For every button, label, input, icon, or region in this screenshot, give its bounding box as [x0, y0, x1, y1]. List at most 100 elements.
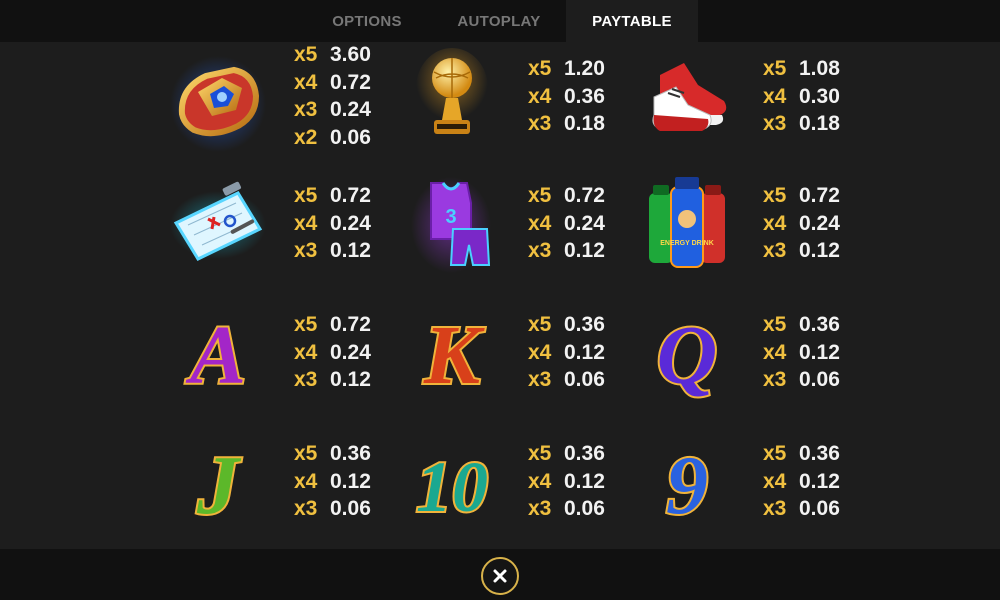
payout-row: x3 0.06	[528, 366, 628, 394]
payout-row: x5 0.36	[528, 311, 628, 339]
payout-value: 0.36	[799, 313, 840, 336]
payout-value: 1.20	[564, 57, 605, 80]
glyph-k: K	[423, 309, 485, 401]
payout-value: 0.36	[564, 313, 605, 336]
payout-count: x5	[763, 313, 787, 336]
close-button[interactable]	[481, 557, 519, 595]
jersey-number: 3	[445, 206, 456, 228]
payout-count: x5	[528, 57, 552, 80]
payout-value: 0.18	[799, 112, 840, 135]
payout-count: x3	[763, 239, 787, 262]
payout-row: x4 0.12	[763, 339, 863, 367]
letter-a-icon: A	[163, 296, 273, 406]
payout-value: 0.12	[330, 368, 371, 391]
payout-value: 0.12	[330, 469, 371, 493]
payout-row: x3 0.12	[528, 237, 628, 265]
tab-paytable[interactable]: PAYTABLE	[566, 0, 698, 42]
payout-row: x4 0.24	[528, 210, 628, 238]
bottle-label: ENERGY DRINK	[660, 240, 714, 247]
payout-list: x5 3.60 x4 0.72 x3 0.24 x2 0.06	[294, 41, 394, 151]
payout-value: 0.30	[799, 84, 840, 108]
payout-value: 0.72	[564, 184, 605, 207]
payout-value: 0.06	[799, 368, 840, 391]
payout-count: x5	[294, 313, 318, 336]
payout-value: 0.12	[564, 340, 605, 364]
payout-count: x4	[294, 340, 318, 364]
payout-value: 0.24	[564, 211, 605, 235]
payout-row: x3 0.24	[294, 96, 394, 124]
letter-j-icon: J	[163, 426, 273, 536]
payout-list: x5 0.36 x4 0.12 x3 0.06	[763, 311, 863, 394]
payout-value: 0.36	[799, 442, 840, 465]
payout-row: x3 0.06	[763, 366, 863, 394]
trophy-icon	[397, 43, 507, 153]
payout-row: x3 0.12	[294, 366, 394, 394]
payout-count: x5	[763, 57, 787, 80]
payout-list: x5 0.36 x4 0.12 x3 0.06	[528, 311, 628, 394]
payout-row: x3 0.12	[294, 237, 394, 265]
payout-value: 0.06	[330, 125, 371, 149]
payout-row: x5 0.72	[528, 182, 628, 210]
payout-row: x4 0.72	[294, 69, 394, 97]
payout-value: 0.72	[330, 313, 371, 336]
jersey-icon: 3	[396, 168, 506, 278]
payout-count: x5	[528, 442, 552, 465]
payout-value: 0.24	[799, 211, 840, 235]
payout-value: 0.72	[799, 184, 840, 207]
payout-count: x2	[294, 125, 318, 149]
letter-q-icon: Q	[632, 296, 742, 406]
championship-ring-icon	[163, 47, 273, 157]
tab-options[interactable]: OPTIONS	[310, 0, 424, 42]
payout-count: x3	[528, 239, 552, 262]
letter-k-icon: K	[397, 296, 507, 406]
payout-value: 0.06	[330, 497, 371, 520]
payout-value: 0.12	[564, 239, 605, 262]
payout-row: x4 0.36	[528, 83, 628, 111]
glyph-9: 9	[666, 439, 708, 531]
payout-row: x5 3.60	[294, 41, 394, 69]
number-10-icon: 10	[397, 426, 507, 536]
payout-row: x5 0.36	[763, 440, 863, 468]
payout-count: x4	[294, 469, 318, 493]
payout-count: x3	[294, 368, 318, 391]
payout-count: x3	[763, 368, 787, 391]
glyph-a: A	[185, 309, 246, 401]
tab-autoplay[interactable]: AUTOPLAY	[432, 0, 566, 42]
payout-count: x5	[294, 184, 318, 207]
payout-row: x4 0.24	[294, 210, 394, 238]
payout-count: x3	[294, 497, 318, 520]
payout-value: 0.24	[330, 98, 371, 121]
payout-list: x5 0.72 x4 0.24 x3 0.12	[528, 182, 628, 265]
payout-count: x4	[528, 340, 552, 364]
payout-row: x4 0.12	[763, 468, 863, 496]
payout-list: x5 0.36 x4 0.12 x3 0.06	[294, 440, 394, 523]
payout-value: 0.72	[330, 70, 371, 94]
payout-count: x3	[763, 497, 787, 520]
payout-row: x4 0.30	[763, 83, 863, 111]
payout-count: x4	[763, 84, 787, 108]
payout-row: x4 0.24	[294, 339, 394, 367]
payout-count: x4	[294, 70, 318, 94]
tab-bar: OPTIONS AUTOPLAY PAYTABLE	[0, 0, 1000, 42]
payout-count: x4	[294, 211, 318, 235]
payout-row: x5 0.72	[763, 182, 863, 210]
payout-count: x4	[763, 340, 787, 364]
number-9-icon: 9	[632, 426, 742, 536]
payout-count: x4	[528, 469, 552, 493]
payout-list: x5 0.36 x4 0.12 x3 0.06	[528, 440, 628, 523]
payout-count: x3	[528, 368, 552, 391]
payout-list: x5 0.72 x4 0.24 x3 0.12	[294, 182, 394, 265]
payout-value: 0.06	[564, 368, 605, 391]
payout-count: x3	[763, 112, 787, 135]
payout-count: x4	[763, 211, 787, 235]
payout-value: 0.36	[564, 84, 605, 108]
payout-value: 0.36	[330, 442, 371, 465]
payout-row: x4 0.24	[763, 210, 863, 238]
payout-value: 0.06	[564, 497, 605, 520]
payout-count: x4	[528, 211, 552, 235]
glyph-j: J	[196, 439, 242, 531]
payout-row: x5 0.36	[763, 311, 863, 339]
close-icon	[493, 569, 507, 583]
payout-value: 0.12	[799, 469, 840, 493]
payout-value: 0.36	[564, 442, 605, 465]
